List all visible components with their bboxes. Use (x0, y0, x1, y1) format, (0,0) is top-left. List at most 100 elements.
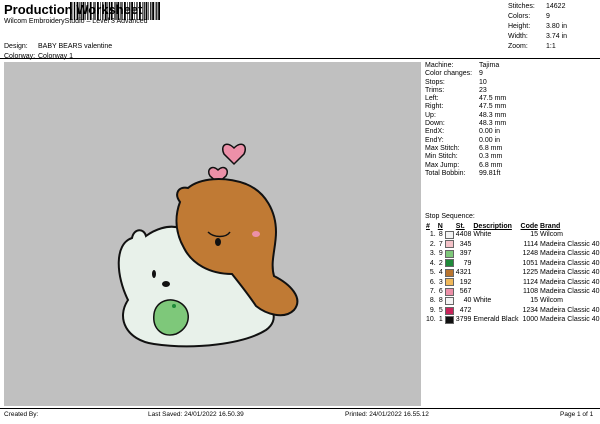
cell-swatch (444, 315, 455, 325)
meta-label: Design: (4, 43, 28, 50)
cell-n: 6 (438, 288, 443, 296)
cell-desc: White (473, 231, 492, 239)
machine-info-value: 9 (479, 70, 483, 78)
machine-info-row: Min Stitch: 0.3 mm (425, 153, 506, 161)
cell-swatch (444, 306, 455, 316)
cell-code: 15 (530, 297, 539, 305)
cell-swatch (444, 249, 455, 259)
table-row: 3. 9 397 1248 Madeira Classic 40 (425, 249, 600, 259)
stat-label: Stitches: (508, 3, 535, 10)
cell-code: 1114 (523, 240, 539, 248)
machine-info-value: 48.3 mm (479, 111, 507, 119)
machine-info-row: Trims: 23 (425, 87, 506, 95)
barcode-bar (93, 2, 94, 20)
barcode-bar (70, 2, 72, 20)
stop-sequence-table: # N St. Description Code Brand 1. 8 4408 Wh… (425, 222, 600, 325)
cell-brand: Madeira Classic 40 (540, 240, 600, 248)
machine-info-label: Left: (425, 95, 439, 103)
cell-brand: Wilcom (540, 231, 563, 239)
cell-st: 40 (463, 297, 472, 305)
cell-swatch (444, 259, 455, 268)
cell-desc (472, 259, 519, 268)
meta-row: Colorway: Colorway 1 (4, 52, 112, 62)
design-preview (4, 62, 421, 406)
cell-n: 2 (438, 259, 443, 267)
table-row: 1. 8 4408 White 15 Wilcom (425, 231, 600, 240)
barcode (70, 2, 160, 20)
stat-value: 3.80 in (546, 23, 568, 30)
cell-num: 5. (429, 269, 436, 277)
stat-value: 1:1 (546, 43, 556, 50)
cell-num: 7. (429, 288, 436, 296)
machine-info-label: Color changes: (425, 70, 473, 78)
barcode-bar (79, 2, 80, 20)
cell-st: 397 (459, 250, 472, 258)
barcode-bar (150, 2, 152, 20)
stat-value: 9 (546, 13, 550, 20)
machine-info-value: 6.8 mm (479, 161, 503, 169)
barcode-bar (136, 2, 138, 20)
stop-sequence-heading: Stop Sequence: (425, 213, 475, 220)
machine-info-label: Up: (425, 111, 436, 119)
barcode-bar (148, 2, 149, 20)
cell-num: 8. (429, 297, 436, 305)
last-saved: Last Saved: 24/01/2022 16.50.39 (148, 411, 244, 418)
cell-brand: Madeira Classic 40 (540, 259, 600, 267)
machine-info-value: 10 (479, 78, 487, 86)
meta-row: Design: BABY BEARS valentine (4, 42, 112, 52)
col-stitches: St. (455, 223, 465, 230)
barcode-bar (124, 2, 126, 20)
cell-st: 345 (459, 240, 472, 248)
machine-info-value: 0.00 in (479, 136, 501, 144)
barcode-bar (121, 2, 123, 20)
col-brand: Brand (540, 223, 561, 230)
cell-n: 9 (438, 250, 443, 258)
col-num: # (426, 223, 430, 230)
barcode-bar (145, 2, 148, 20)
stat-row: Height: 3.80 in (508, 22, 567, 32)
white-bear-eye (152, 270, 156, 278)
machine-info-value: 47.5 mm (479, 95, 507, 103)
cell-code: 1124 (522, 278, 539, 286)
col-swatch (444, 222, 455, 231)
barcode-bar (82, 2, 85, 20)
meta-label: Colorway: (4, 52, 36, 60)
table-row: 6. 3 192 1124 Madeira Classic 40 (425, 278, 600, 287)
machine-info-row: Down: 48.3 mm (425, 120, 506, 128)
stat-row: Width: 3.74 in (508, 32, 567, 42)
color-swatch (444, 249, 454, 258)
cell-code: 1051 (522, 259, 539, 267)
barcode-bar (108, 2, 110, 20)
cell-st: 4321 (455, 269, 472, 277)
machine-info-label: Stops: (425, 78, 445, 86)
barcode-bar (104, 2, 107, 20)
cell-swatch (444, 278, 455, 287)
cell-code: 1248 (522, 250, 539, 258)
header-divider (0, 58, 600, 59)
cell-swatch (444, 297, 455, 306)
machine-info-value: 99.81ft (479, 169, 501, 177)
barcode-bar (74, 2, 76, 20)
created-by: Created By: (4, 411, 39, 418)
col-n: N (437, 223, 443, 230)
machine-info-value: 47.5 mm (479, 103, 507, 111)
color-swatch (444, 278, 454, 287)
brown-bear-eye (215, 238, 221, 246)
cell-swatch (444, 268, 455, 278)
barcode-bar (143, 2, 145, 20)
cell-desc: Emerald Black (473, 316, 519, 324)
cell-brand: Madeira Classic 40 (540, 250, 600, 258)
barcode-bar (131, 2, 133, 20)
stat-label: Zoom: (508, 43, 528, 50)
color-swatch (444, 268, 454, 277)
barcode-bar (85, 2, 86, 20)
cell-desc: White (473, 297, 492, 305)
cell-brand: Madeira Classic 40 (540, 269, 600, 277)
barcode-bar (107, 2, 108, 20)
color-swatch (444, 287, 454, 296)
barcode-bar (100, 2, 101, 20)
cell-n: 1 (438, 316, 443, 324)
machine-info-row: EndX: 0.00 in (425, 128, 506, 136)
cell-brand: Wilcom (540, 297, 563, 305)
cell-desc (472, 240, 519, 249)
